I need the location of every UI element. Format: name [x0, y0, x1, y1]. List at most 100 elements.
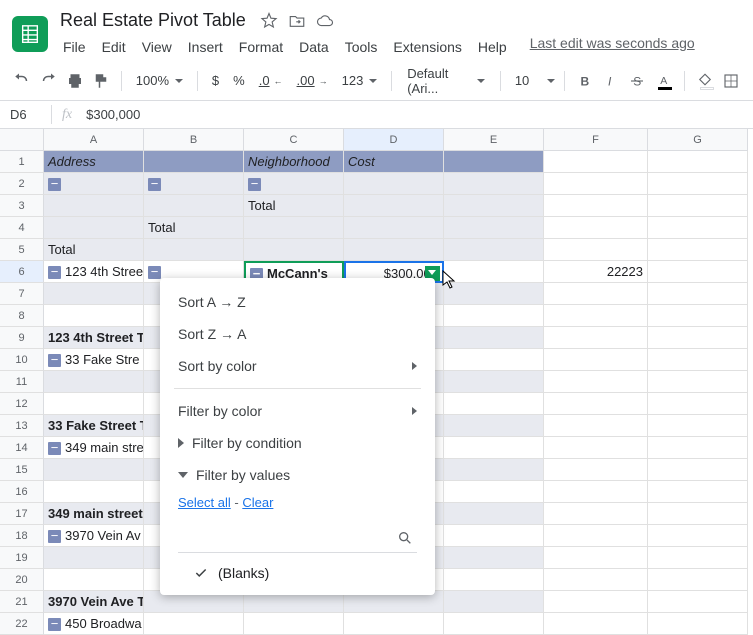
row-header-22[interactable]: 22 — [0, 613, 44, 635]
cell[interactable]: − — [144, 173, 244, 195]
font-size-select[interactable]: 10 — [509, 69, 556, 92]
cell[interactable] — [648, 261, 748, 283]
row-header-8[interactable]: 8 — [0, 305, 44, 327]
cell[interactable] — [244, 217, 344, 239]
print-icon[interactable] — [62, 67, 86, 95]
collapse-icon[interactable]: − — [48, 442, 61, 455]
cell[interactable]: Total — [44, 239, 144, 261]
row-header-4[interactable]: 4 — [0, 217, 44, 239]
decrease-decimal-button[interactable]: .0← — [253, 69, 289, 92]
row-header-6[interactable]: 6 — [0, 261, 44, 283]
col-header-c[interactable]: C — [244, 129, 344, 151]
cloud-icon[interactable] — [316, 12, 334, 30]
name-box[interactable]: D6 — [0, 105, 52, 124]
cell[interactable] — [344, 217, 444, 239]
clear-link[interactable]: Clear — [242, 495, 273, 510]
col-header-f[interactable]: F — [544, 129, 648, 151]
cell[interactable] — [648, 239, 748, 261]
cell[interactable]: − — [44, 173, 144, 195]
filter-search-input[interactable] — [178, 524, 417, 553]
star-icon[interactable] — [260, 12, 278, 30]
row-header-5[interactable]: 5 — [0, 239, 44, 261]
filter-value-blanks[interactable]: (Blanks) — [160, 559, 435, 587]
bold-icon[interactable]: B — [573, 67, 597, 95]
col-header-d[interactable]: D — [344, 129, 444, 151]
menu-insert[interactable]: Insert — [181, 35, 230, 59]
sort-za-item[interactable]: Sort Z → A — [160, 318, 435, 350]
row-header-12[interactable]: 12 — [0, 393, 44, 415]
menu-tools[interactable]: Tools — [338, 35, 385, 59]
row-header-3[interactable]: 3 — [0, 195, 44, 217]
cell[interactable] — [648, 195, 748, 217]
row-header-11[interactable]: 11 — [0, 371, 44, 393]
doc-title[interactable]: Real Estate Pivot Table — [56, 8, 250, 33]
menu-edit[interactable]: Edit — [95, 35, 133, 59]
row-header-1[interactable]: 1 — [0, 151, 44, 173]
col-header-g[interactable]: G — [648, 129, 748, 151]
percent-button[interactable]: % — [227, 69, 251, 92]
cell[interactable]: −123 4th Stree — [44, 261, 144, 283]
row-header-9[interactable]: 9 — [0, 327, 44, 349]
cell[interactable] — [44, 195, 144, 217]
paint-format-icon[interactable] — [89, 67, 113, 95]
menu-help[interactable]: Help — [471, 35, 514, 59]
cell[interactable] — [244, 239, 344, 261]
row-header-21[interactable]: 21 — [0, 591, 44, 613]
sort-by-color-item[interactable]: Sort by color — [160, 350, 435, 382]
cell[interactable]: − — [244, 173, 344, 195]
row-header-19[interactable]: 19 — [0, 547, 44, 569]
menu-extensions[interactable]: Extensions — [386, 35, 468, 59]
cell[interactable]: Total — [144, 217, 244, 239]
collapse-icon[interactable]: − — [48, 266, 61, 279]
cell[interactable] — [544, 195, 648, 217]
cell[interactable] — [344, 239, 444, 261]
zoom-select[interactable]: 100% — [130, 69, 189, 92]
last-edit-link[interactable]: Last edit was seconds ago — [530, 35, 695, 59]
collapse-icon[interactable]: − — [48, 618, 61, 631]
cell[interactable]: 22223 — [544, 261, 648, 283]
row-header-10[interactable]: 10 — [0, 349, 44, 371]
sheets-logo[interactable] — [12, 16, 48, 52]
menu-file[interactable]: File — [56, 35, 93, 59]
cell[interactable] — [444, 217, 544, 239]
undo-icon[interactable] — [10, 67, 34, 95]
redo-icon[interactable] — [36, 67, 60, 95]
more-formats-button[interactable]: 123 — [336, 69, 384, 92]
cell[interactable] — [544, 217, 648, 239]
text-color-icon[interactable]: A — [651, 67, 675, 95]
cell[interactable] — [44, 283, 144, 305]
cell[interactable] — [544, 239, 648, 261]
row-header-17[interactable]: 17 — [0, 503, 44, 525]
filter-by-condition-item[interactable]: Filter by condition — [160, 427, 435, 459]
sort-az-item[interactable]: Sort A → Z — [160, 286, 435, 318]
cell[interactable] — [444, 173, 544, 195]
collapse-icon[interactable]: − — [248, 178, 261, 191]
cell[interactable] — [344, 195, 444, 217]
italic-icon[interactable]: I — [599, 67, 623, 95]
pivot-header-cost[interactable]: Cost — [344, 151, 444, 173]
menu-view[interactable]: View — [135, 35, 179, 59]
select-all-link[interactable]: Select all — [178, 495, 231, 510]
collapse-icon[interactable]: − — [48, 178, 61, 191]
cell[interactable] — [144, 151, 244, 173]
cell[interactable] — [144, 195, 244, 217]
row-header-14[interactable]: 14 — [0, 437, 44, 459]
cell[interactable] — [44, 217, 144, 239]
col-header-e[interactable]: E — [444, 129, 544, 151]
cell[interactable] — [344, 173, 444, 195]
cell[interactable] — [444, 151, 544, 173]
row-header-13[interactable]: 13 — [0, 415, 44, 437]
pivot-header-neighborhood[interactable]: Neighborhood — [244, 151, 344, 173]
collapse-icon[interactable]: − — [148, 266, 161, 279]
move-icon[interactable] — [288, 12, 306, 30]
font-select[interactable]: Default (Ari... — [400, 63, 492, 99]
row-header-7[interactable]: 7 — [0, 283, 44, 305]
cell[interactable] — [648, 151, 748, 173]
increase-decimal-button[interactable]: .00→ — [291, 69, 334, 92]
fill-color-icon[interactable] — [693, 67, 717, 95]
filter-by-values-item[interactable]: Filter by values — [160, 459, 435, 491]
cell[interactable] — [544, 151, 648, 173]
cell[interactable] — [144, 239, 244, 261]
cell[interactable] — [544, 173, 648, 195]
col-header-a[interactable]: A — [44, 129, 144, 151]
